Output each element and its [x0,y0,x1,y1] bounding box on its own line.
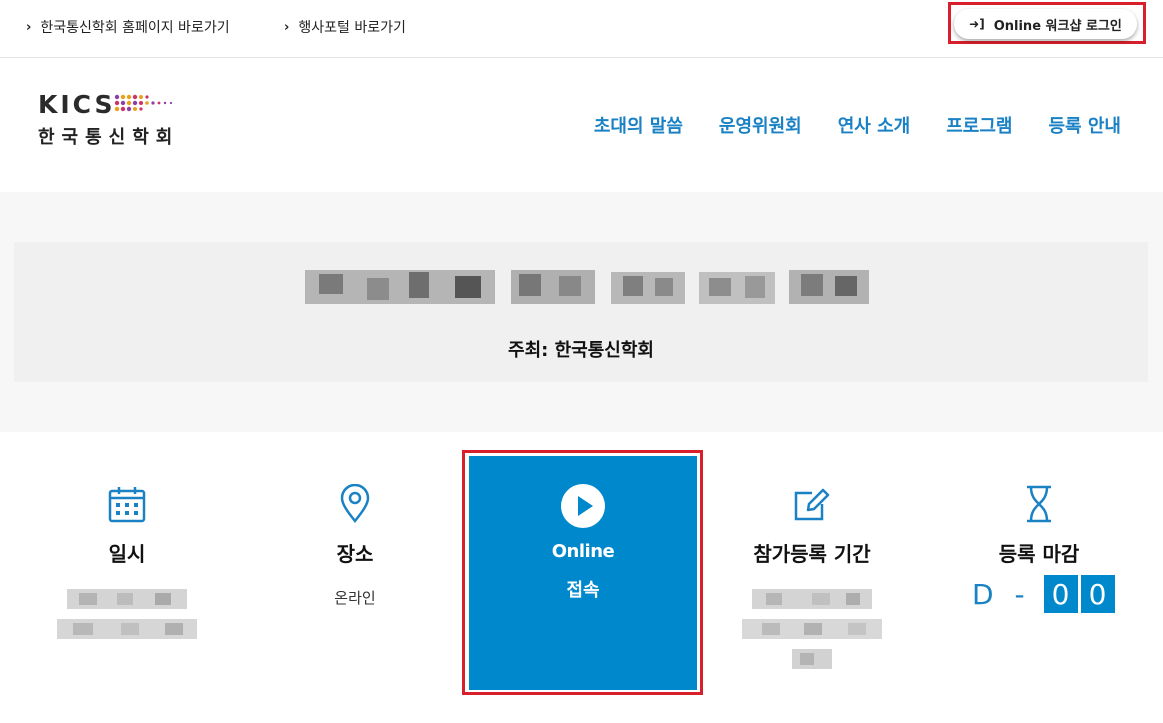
nav-program[interactable]: 프로그램 [946,112,1012,138]
login-highlight-frame: ➜] Online 워크샵 로그인 [948,2,1146,44]
logo-dots-icon [114,94,173,112]
chevron-right-icon: › [26,19,32,35]
venue-title: 장소 [336,542,374,566]
deadline-title: 등록 마감 [998,542,1080,566]
edit-icon [794,488,830,521]
online-access-highlight-frame: Online 접속 [462,450,703,695]
online-workshop-login-button[interactable]: ➜] Online 워크샵 로그인 [954,9,1137,39]
d-day-label: D - [972,577,1031,611]
date-value-redacted [57,589,197,639]
login-icon: ➜] [969,17,985,31]
kics-logo[interactable]: KICS 한국통신학회 [38,90,188,148]
event-title-redacted [305,270,869,304]
main-nav: 초대의 말씀 운영위원회 연사 소개 프로그램 등록 안내 [594,112,1121,138]
top-utility-bar: › 한국통신학회 홈페이지 바로가기 › 행사포털 바로가기 ➜] Online… [0,0,1163,58]
kics-homepage-link[interactable]: › 한국통신학회 홈페이지 바로가기 [26,17,230,37]
login-button-label: Online 워크샵 로그인 [993,18,1122,34]
registration-period-title: 참가등록 기간 [753,542,871,566]
nav-speakers[interactable]: 연사 소개 [838,112,911,138]
info-card-registration-period: 참가등록 기간 [697,456,927,673]
online-access-button[interactable]: Online 접속 [469,456,697,690]
info-card-date: 일시 [12,456,242,645]
nav-registration[interactable]: 등록 안내 [1048,112,1121,138]
info-card-deadline: 등록 마감 D - 0 0 [924,456,1154,613]
registration-period-redacted [742,589,882,669]
event-portal-link-label: 행사포털 바로가기 [298,20,406,36]
date-title: 일시 [108,542,146,566]
play-icon [561,484,605,528]
location-pin-icon [340,484,370,524]
nav-invitation[interactable]: 초대의 말씀 [594,112,683,138]
nav-committee[interactable]: 운영위원회 [719,112,802,138]
hero-banner: 주최: 한국통신학회 [14,242,1148,382]
hourglass-icon [1027,485,1051,523]
online-access-label-1: Online [551,541,615,562]
d-day-digit: 0 [1080,575,1115,613]
d-day-digit: 0 [1043,575,1078,613]
chevron-right-icon: › [284,19,290,35]
event-portal-link[interactable]: › 행사포털 바로가기 [284,17,406,37]
online-access-label-2: 접속 [566,580,600,601]
info-card-venue: 장소 온라인 [240,456,470,608]
venue-value: 온라인 [334,589,376,607]
logo-text-en: KICS [38,90,116,119]
hero-section: 주최: 한국통신학회 [0,192,1163,432]
logo-text-ko: 한국통신학회 [38,127,180,148]
kics-homepage-link-label: 한국통신학회 홈페이지 바로가기 [40,20,230,36]
event-host: 주최: 한국통신학회 [508,340,654,361]
calendar-icon [108,487,146,523]
d-day-counter: D - 0 0 [972,575,1115,613]
